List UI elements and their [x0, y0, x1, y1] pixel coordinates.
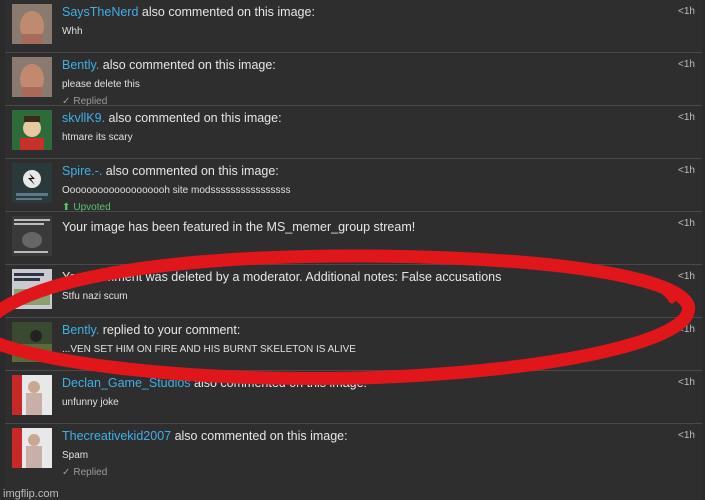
username-link[interactable]: skvllK9. — [62, 111, 105, 125]
timestamp: <1h — [678, 324, 695, 335]
comment-text[interactable]: Ooooooooooooooooooh site modssssssssssss… — [62, 184, 642, 198]
notification-row[interactable]: SaysTheNerd also commented on this image… — [5, 0, 702, 53]
notification-row[interactable]: Your comment was deleted by a moderator.… — [5, 265, 702, 318]
comment-text[interactable]: please delete this — [62, 78, 642, 92]
username-link[interactable]: SaysTheNerd — [62, 5, 138, 19]
notifications-list: SaysTheNerd also commented on this image… — [5, 0, 702, 500]
notification-action: also commented on this image: — [190, 376, 368, 390]
comment-text[interactable]: htmare its scary — [62, 131, 642, 145]
notification-row[interactable]: Declan_Game_Studios also commented on th… — [5, 371, 702, 424]
timestamp: <1h — [678, 6, 695, 17]
timestamp: <1h — [678, 59, 695, 70]
username-link[interactable]: Spire.-. — [62, 164, 102, 178]
timestamp: <1h — [678, 430, 695, 441]
meme-thumb[interactable] — [12, 216, 52, 256]
comment-text[interactable]: Whh — [62, 25, 642, 39]
meme-thumb[interactable] — [12, 269, 52, 309]
notification-message: Your comment was deleted by a moderator.… — [62, 270, 502, 284]
notification-action: also commented on this image: — [138, 5, 315, 19]
username-link[interactable]: Thecreativekid2007 — [62, 429, 171, 443]
comment-text[interactable]: Spam — [62, 449, 642, 463]
watermark: imgflip.com — [3, 488, 59, 500]
comment-text[interactable]: Stfu nazi scum — [62, 290, 642, 304]
nerd-avatar-thumb[interactable] — [12, 4, 52, 44]
timestamp: <1h — [678, 271, 695, 282]
username-link[interactable]: Bently. — [62, 58, 99, 72]
person-thumb[interactable] — [12, 375, 52, 415]
notification-action: also commented on this image: — [105, 111, 282, 125]
logo-thumb[interactable] — [12, 163, 52, 203]
replied-label: Replied — [73, 467, 108, 478]
person-thumb[interactable] — [12, 428, 52, 468]
username-link[interactable]: Bently. — [62, 323, 99, 337]
notification-action: also commented on this image: — [99, 58, 276, 72]
check-icon: ✓ — [62, 467, 71, 478]
cartoon-avatar-thumb[interactable] — [12, 110, 52, 150]
notification-row[interactable]: skvllK9. also commented on this image: h… — [5, 106, 702, 159]
comment-text[interactable]: ...VEN SET HIM ON FIRE AND HIS BURNT SKE… — [62, 343, 642, 357]
comment-text[interactable]: unfunny joke — [62, 396, 642, 410]
notification-action: also commented on this image: — [102, 164, 279, 178]
notification-row[interactable]: Thecreativekid2007 also commented on thi… — [5, 424, 702, 500]
notification-message: Your image has been featured in the MS_m… — [62, 220, 416, 234]
timestamp: <1h — [678, 377, 695, 388]
notification-action: also commented on this image: — [171, 429, 348, 443]
timestamp: <1h — [678, 112, 695, 123]
timestamp: <1h — [678, 218, 695, 229]
timestamp: <1h — [678, 165, 695, 176]
nerd-avatar-thumb[interactable] — [12, 57, 52, 97]
notification-row[interactable]: Bently. replied to your comment: ...VEN … — [5, 318, 702, 371]
notification-row[interactable]: Spire.-. also commented on this image: O… — [5, 159, 702, 213]
notification-row[interactable]: Bently. also commented on this image: pl… — [5, 53, 702, 107]
notification-action: replied to your comment: — [99, 323, 241, 337]
meme-thumb[interactable] — [12, 322, 52, 362]
username-link[interactable]: Declan_Game_Studios — [62, 376, 191, 390]
notification-row[interactable]: Your image has been featured in the MS_m… — [5, 212, 702, 265]
replied-status: ✓ Replied — [62, 467, 642, 479]
